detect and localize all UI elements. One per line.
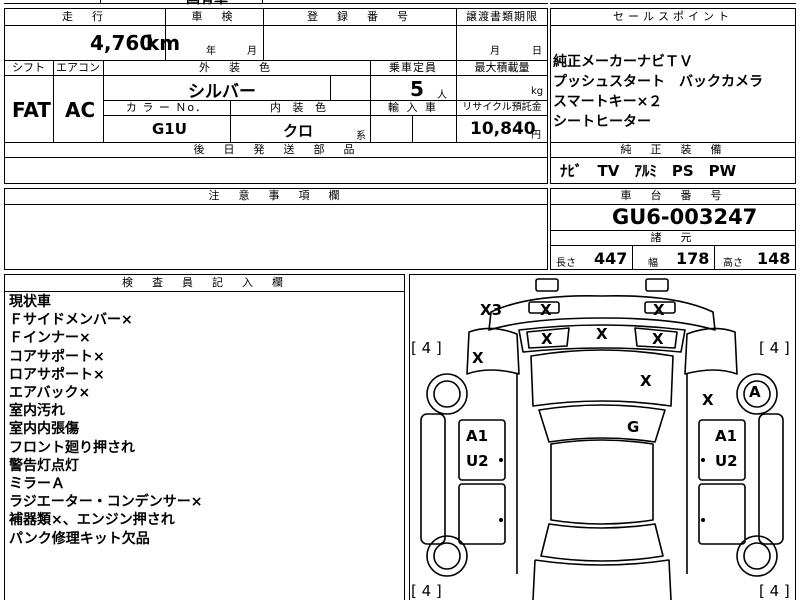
capacity-unit: 人 [437,90,447,101]
sales-point-line: スマートキー×２ [553,94,663,110]
width-value: 178 [676,249,710,268]
recycle-header: リサイクル預託金 [462,102,542,113]
mileage-value: 4,760 [90,31,154,55]
inspector-note-line: 補器類×、エンジン押され [9,512,175,529]
parts-header: 後 日 発 送 部 品 [193,143,359,156]
capacity-value: 5 [410,77,424,101]
inspector-note-line: Ｆインナー× [9,330,91,347]
aircon-header: エアコン [56,61,100,74]
interior-color-suffix: 系 [356,131,366,142]
exterior-color-value: シルバー [188,82,256,102]
top-strip-text: 国有車 [186,0,228,8]
inspector-note-line: 現状車 [9,294,51,310]
caution-header: 注 意 事 項 欄 [208,189,344,202]
damage-mark-row2-left: X [541,330,553,348]
tire-top-right: [ 4 ] [759,339,790,357]
mileage-unit: km [146,31,181,55]
transfer-day: 日 [532,46,542,57]
damage-mark-right-door-2: U2 [715,452,738,470]
damage-mark-right-door-1: A1 [715,427,738,445]
tire-bottom-right: [ 4 ] [759,582,790,600]
height-value: 148 [757,249,791,268]
damage-mark-roof: G [627,418,640,436]
import-header: 輸 入 車 [388,101,438,114]
factory-equipment-header: 純 正 装 備 [620,143,726,156]
damage-mark-left-fender: X [472,349,484,367]
sales-point-line: シートヒーター [553,114,651,130]
tire-top-left: [ 4 ] [411,339,442,357]
inspection-header: 車 検 [191,10,237,23]
damage-mark-left-door-2: U2 [466,452,489,470]
damage-mark-row2-mid: X [596,325,608,343]
sales-points-header: セールスポイント [613,10,733,23]
inspector-note-line: フロント廻り押され [9,439,135,456]
chassis-value: GU6-003247 [612,205,758,229]
color-no-header: カ ラ ー Ｎo． [125,101,208,114]
max-load-unit: kg [531,86,544,97]
color-no-value: G1U [152,120,187,138]
recycle-value: 10,840 [470,119,536,139]
dimensions-header: 諸 元 [650,231,696,244]
inspector-note-line: ラジエーター・コンデンサー× [9,494,203,511]
interior-color-value: クロ [283,122,314,140]
chassis-header: 車 台 番 号 [620,189,726,202]
damage-mark-hood: X [640,372,652,390]
damage-mark-row2-right: X [652,330,664,348]
tire-bottom-left: [ 4 ] [411,582,442,600]
shift-header: シフト [12,61,45,74]
damage-mark-right-side: X [702,391,714,409]
inspection-year: 年 [206,46,216,57]
inspector-note-line: パンク修理キット欠品 [9,530,150,547]
transfer-header: 譲渡書類期限 [466,10,538,23]
inspector-header: 検 査 員 記 入 欄 [122,276,287,289]
inspector-note-line: Ｆサイドメンバー× [9,312,133,329]
exterior-color-header: 外 装 色 [199,61,274,74]
sales-point-line: 純正メーカーナビＴＶ [553,54,693,70]
max-load-header: 最大積載量 [474,61,530,74]
recycle-unit: 円 [531,130,541,141]
inspector-note-line: ミラーＡ [9,476,65,493]
inspector-note-line: ロアサポート× [9,366,105,383]
damage-mark-left-door-1: A1 [466,427,489,445]
sales-points-list: 純正メーカーナビＴＶ プッシュスタート バックカメラ スマートキー×２ シートヒーター [553,52,793,132]
damage-mark-top-left: X [540,301,552,319]
capacity-header: 乗車定員 [389,61,437,74]
mileage-header: 走 行 [62,10,107,23]
transfer-month: 月 [490,46,500,57]
height-label: 高さ [723,258,743,269]
inspector-note-line: コアサポート× [9,348,105,365]
inspector-note-line: 室内内張傷 [9,421,79,438]
length-label: 長さ [556,258,576,269]
shift-value: FAT [12,98,51,122]
damage-mark-top-right: X [653,301,665,319]
registration-header: 登 録 番 号 [307,10,412,23]
inspection-month: 月 [247,46,257,57]
inspector-note-line: 室内汚れ [9,403,65,420]
sales-point-line: プッシュスタート バックカメラ [553,74,763,90]
inspector-note-line: 警告灯点灯 [9,457,79,474]
top-strip-line [4,3,548,4]
aircon-value: AC [65,98,96,122]
damage-mark-x3: X3 [480,301,503,319]
interior-color-header: 内 装 色 [270,101,330,114]
inspector-note-line: エアバック× [9,385,91,402]
width-label: 幅 [648,258,658,269]
factory-equipment-value: ﾅﾋﾞ TV ｱﾙﾐ PS PW [560,162,737,180]
inspector-notes: 現状車 Ｆサイドメンバー× Ｆインナー× コアサポート× ロアサポート× エアバック× 室内… [9,293,399,548]
length-value: 447 [594,249,628,268]
damage-mark-right-wheel: A [749,383,761,401]
